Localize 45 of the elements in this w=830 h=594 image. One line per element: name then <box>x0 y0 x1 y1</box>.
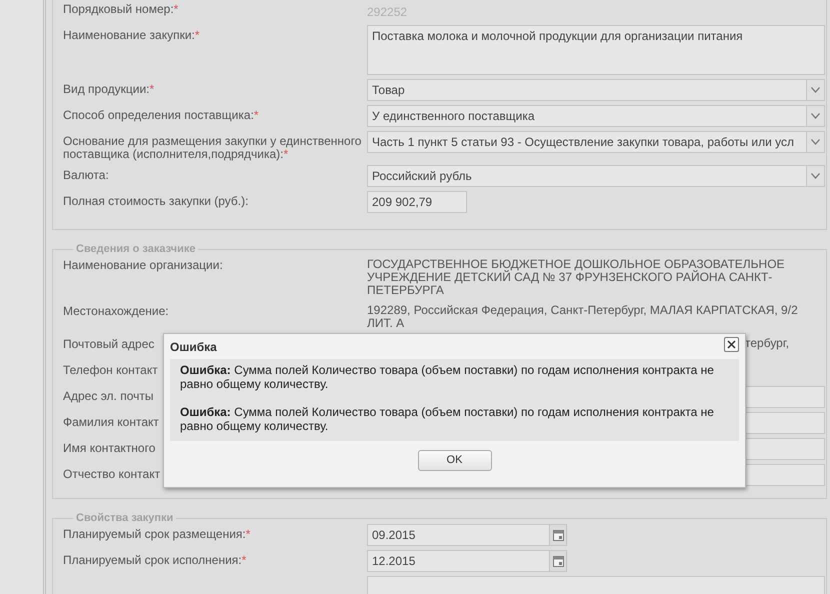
caret-icon <box>811 139 820 145</box>
input-field[interactable]: 209 902,79 <box>367 191 467 213</box>
input-field[interactable] <box>367 576 825 594</box>
field-label: Телефон контакт <box>63 363 158 377</box>
dialog-title: Ошибка <box>170 339 217 356</box>
field-label: Наименование организации: <box>63 258 223 272</box>
field-label: Отчество контакт <box>63 467 160 481</box>
field-label: Полная стоимость закупки (руб.): <box>63 194 248 208</box>
field-label: Фамилия контакт <box>63 415 159 429</box>
field-label: Планируемый срок исполнения:* <box>63 553 246 567</box>
error-message: Ошибка: Сумма полей Количество товара (объем поставки) по годам исполнения контракта не равно общему количеству. <box>180 363 715 391</box>
error-message: Ошибка: Сумма полей Количество товара (объем поставки) по годам исполнения контракта не равно общему количеству. <box>180 405 715 433</box>
calendar-icon <box>552 556 564 566</box>
caret-icon <box>811 173 820 179</box>
calendar-icon <box>552 530 564 540</box>
field-label: Способ определения поставщика:* <box>63 108 259 122</box>
field-label: Порядковый номер:* <box>63 2 178 16</box>
section-legend: Сведения о заказчике <box>73 244 198 255</box>
select-field[interactable]: Товар <box>367 79 825 101</box>
close-icon <box>727 340 736 349</box>
field-label: Вид продукции:* <box>63 82 154 96</box>
field-label: Валюта: <box>63 168 109 182</box>
calendar-button[interactable] <box>550 550 567 572</box>
select-field[interactable]: Часть 1 пункт 5 статьи 93 - Осуществление закупки товара, работы или усл <box>367 131 825 153</box>
field-value: тербург, <box>745 336 790 350</box>
select-field[interactable]: Российский рубль <box>367 165 825 187</box>
calendar-button[interactable] <box>550 524 567 546</box>
field-label: Адрес эл. почты <box>63 389 154 403</box>
field-label: Планируемый срок размещения:* <box>63 527 250 541</box>
section-legend: Свойства закупки <box>73 513 176 524</box>
select-field[interactable]: У единственного поставщика <box>367 105 825 127</box>
field-label: Имя контактного <box>63 441 156 455</box>
field-label: Наименование закупки:* <box>63 28 200 42</box>
text-area[interactable]: Поставка молока и молочной продукции для организации питания <box>367 25 825 75</box>
field-value: ГОСУДАРСТВЕННОЕ БЮДЖЕТНОЕ ДОШКОЛЬНОЕ ОБРАЗОВАТЕЛЬНОЕ УЧРЕЖДЕНИЕ ДЕТСКИЙ САД № 37 ФРУНЗЕНСКОГО РАЙОНА САНКТ-ПЕТЕРБУРГА <box>367 256 786 297</box>
field-label: Почтовый адрес <box>63 337 154 351</box>
date-field[interactable]: 09.2015 <box>367 524 550 546</box>
field-label: Основание для размещения закупки у единственного поставщика (исполнителя,подрядчика):* <box>63 134 362 161</box>
field-value: 192289, Российская Федерация, Санкт-Петербург, МАЛАЯ КАРПАТСКАЯ, 9/2 ЛИТ. А <box>367 302 799 330</box>
field-label: Местонахождение: <box>63 304 169 318</box>
ok-button[interactable]: OK <box>418 450 492 471</box>
date-field[interactable]: 12.2015 <box>367 550 550 572</box>
close-button[interactable] <box>724 337 739 352</box>
caret-icon <box>811 87 820 93</box>
caret-icon <box>811 113 820 119</box>
